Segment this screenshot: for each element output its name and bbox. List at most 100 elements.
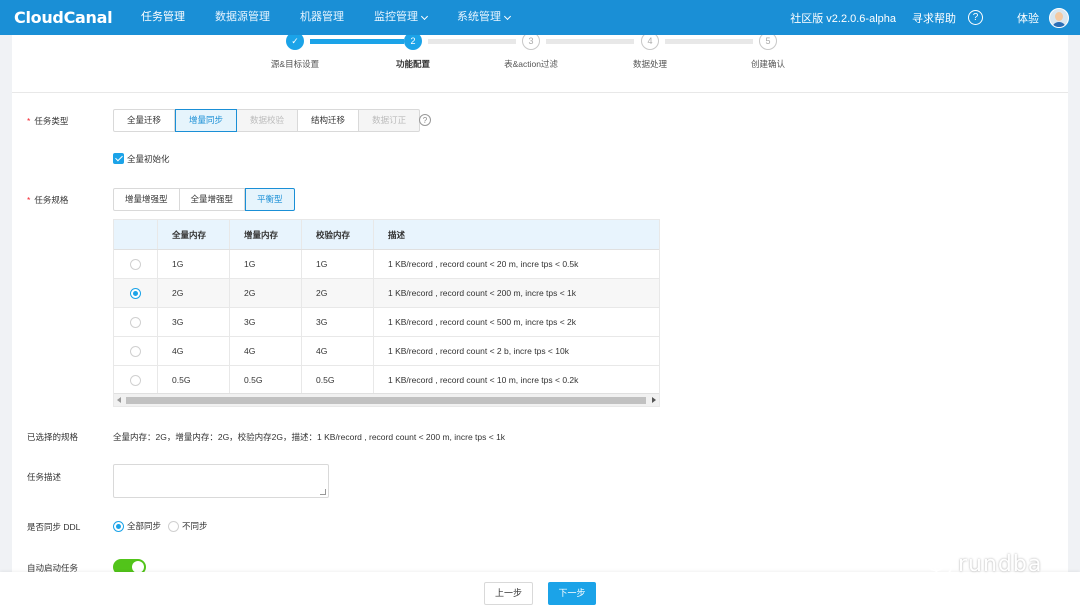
- task-type-full-migration-button[interactable]: 全量迁移: [113, 109, 176, 132]
- nav-item-system-management[interactable]: 系统管理: [446, 0, 521, 35]
- task-spec-label-text: 任务规格: [34, 195, 69, 205]
- step-2-label: 功能配置: [395, 59, 431, 69]
- auto-start-toggle[interactable]: [113, 559, 146, 572]
- task-type-schema-migration-button[interactable]: 结构迁移: [298, 109, 360, 132]
- help-link[interactable]: 寻求帮助: [912, 10, 956, 26]
- sync-ddl-all-option[interactable]: 全部同步: [113, 520, 161, 532]
- step-connector: [546, 39, 634, 44]
- nav-label: 机器管理: [300, 11, 344, 23]
- table-cell: 0.5G: [158, 366, 230, 394]
- sync-all-label: 全部同步: [127, 521, 162, 531]
- step-5-label: 创建确认: [750, 59, 786, 69]
- nav-item-monitor-management[interactable]: 监控管理: [363, 0, 438, 35]
- row-radio-cell: [114, 337, 158, 365]
- row-radio-cell: [114, 366, 158, 394]
- table-cell: 0.5G: [302, 366, 374, 394]
- spec-incremental-enhanced-button[interactable]: 增量增强型: [113, 188, 180, 211]
- main-nav: 任务管理 数据源管理 机器管理 监控管理 系统管理: [130, 0, 529, 35]
- nav-label: 系统管理: [457, 11, 501, 23]
- nav-label: 数据源管理: [215, 11, 270, 23]
- scroll-right-icon[interactable]: [652, 397, 656, 403]
- table-cell: 2G: [230, 279, 302, 307]
- table-cell: 2G: [302, 279, 374, 307]
- required-mark: *: [27, 195, 31, 205]
- full-init-checkbox[interactable]: [113, 153, 124, 164]
- task-type-data-correction-button: 数据订正: [359, 109, 421, 132]
- table-row[interactable]: 3G 3G 3G 1 KB/record , record count < 50…: [114, 308, 659, 337]
- spec-balanced-button[interactable]: 平衡型: [245, 188, 295, 211]
- user-name[interactable]: 体验: [1017, 10, 1039, 26]
- sync-ddl-label: 是否同步 DDL: [27, 522, 81, 532]
- scroll-left-icon[interactable]: [117, 397, 121, 403]
- next-step-button[interactable]: 下一步: [548, 582, 596, 605]
- spec-radio[interactable]: [130, 374, 141, 386]
- avatar[interactable]: [1049, 7, 1069, 28]
- watermark: rundba: [926, 552, 1042, 577]
- nav-label: 监控管理: [374, 11, 418, 23]
- step-1-check-icon: ✓: [286, 35, 304, 50]
- required-mark: *: [27, 116, 31, 126]
- top-navbar: CloudCanal 任务管理 数据源管理 机器管理 监控管理 系统管理 社区版…: [0, 0, 1080, 35]
- step-4-indicator: 4: [641, 35, 659, 50]
- nav-label: 任务管理: [141, 11, 185, 23]
- spec-radio[interactable]: [130, 345, 141, 357]
- column-header: [114, 220, 158, 249]
- spec-radio[interactable]: [130, 287, 141, 299]
- row-radio-cell: [114, 250, 158, 278]
- sync-all-radio[interactable]: [113, 520, 124, 532]
- table-cell: 1G: [302, 250, 374, 278]
- horizontal-scrollbar[interactable]: [114, 393, 659, 406]
- chevron-down-icon: [503, 12, 512, 20]
- table-cell: 3G: [230, 308, 302, 336]
- table-row[interactable]: 0.5G 0.5G 0.5G 1 KB/record , record coun…: [114, 366, 659, 395]
- table-row[interactable]: 4G 4G 4G 1 KB/record , record count < 2 …: [114, 337, 659, 366]
- task-type-data-check-button: 数据校验: [237, 109, 299, 132]
- spec-radio[interactable]: [130, 316, 141, 328]
- no-sync-radio[interactable]: [168, 520, 179, 532]
- nav-item-machine-management[interactable]: 机器管理: [289, 0, 355, 35]
- selected-spec-label: 已选择的规格: [27, 432, 79, 442]
- table-cell: 1 KB/record , record count < 20 m, incre…: [388, 259, 579, 269]
- table-cell: 1 KB/record , record count < 10 m, incre…: [388, 375, 579, 385]
- task-desc-label: 任务描述: [27, 472, 62, 482]
- task-desc-textarea[interactable]: [113, 464, 329, 498]
- step-5-indicator: 5: [759, 35, 777, 50]
- task-type-group: 全量迁移 增量同步 数据校验 结构迁移 数据订正: [113, 109, 421, 132]
- task-type-label: * 任务类型: [27, 115, 68, 127]
- table-cell: 1 KB/record , record count < 200 m, incr…: [388, 288, 577, 298]
- step-3-label: 表&action过滤: [504, 59, 558, 69]
- table-cell: 1G: [158, 250, 230, 278]
- header-right: 社区版 v2.2.0.6-alpha 寻求帮助 ? 体验: [790, 0, 1080, 35]
- no-sync-label: 不同步: [182, 521, 208, 531]
- row-radio-cell: [114, 279, 158, 307]
- watermark-text: rundba: [958, 552, 1043, 577]
- spec-full-enhanced-button[interactable]: 全量增强型: [179, 188, 246, 211]
- task-spec-group: 增量增强型 全量增强型 平衡型: [113, 188, 295, 211]
- table-cell: 0.5G: [230, 366, 302, 394]
- table-row[interactable]: 2G 2G 2G 1 KB/record , record count < 20…: [114, 279, 659, 308]
- version-label: 社区版 v2.2.0.6-alpha: [790, 12, 896, 25]
- table-row[interactable]: 1G 1G 1G 1 KB/record , record count < 20…: [114, 250, 659, 279]
- selected-spec-value: 全量内存：2G，增量内存：2G，校验内存2G，描述：1 KB/record , …: [113, 432, 506, 442]
- help-icon[interactable]: ?: [419, 114, 431, 126]
- column-header: 描述: [388, 229, 406, 240]
- app-logo[interactable]: CloudCanal: [14, 8, 130, 27]
- scrollbar-thumb[interactable]: [126, 397, 646, 404]
- question-icon[interactable]: ?: [968, 10, 983, 25]
- step-3-indicator: 3: [522, 35, 540, 50]
- prev-step-button[interactable]: 上一步: [484, 582, 533, 605]
- spec-radio[interactable]: [130, 258, 141, 270]
- step-2-indicator: 2: [404, 35, 422, 50]
- nav-item-task-management[interactable]: 任务管理: [130, 0, 196, 35]
- column-header: 全量内存: [158, 220, 230, 249]
- sync-ddl-none-option[interactable]: 不同步: [168, 520, 208, 532]
- task-type-incremental-sync-button[interactable]: 增量同步: [175, 109, 238, 132]
- table-cell: 3G: [302, 308, 374, 336]
- task-type-label-text: 任务类型: [34, 116, 69, 126]
- table-header: 全量内存 增量内存 校验内存 描述: [114, 220, 659, 250]
- nav-item-datasource-management[interactable]: 数据源管理: [204, 0, 281, 35]
- row-radio-cell: [114, 308, 158, 336]
- table-cell: 4G: [158, 337, 230, 365]
- table-cell: 4G: [302, 337, 374, 365]
- column-header: 校验内存: [302, 220, 374, 249]
